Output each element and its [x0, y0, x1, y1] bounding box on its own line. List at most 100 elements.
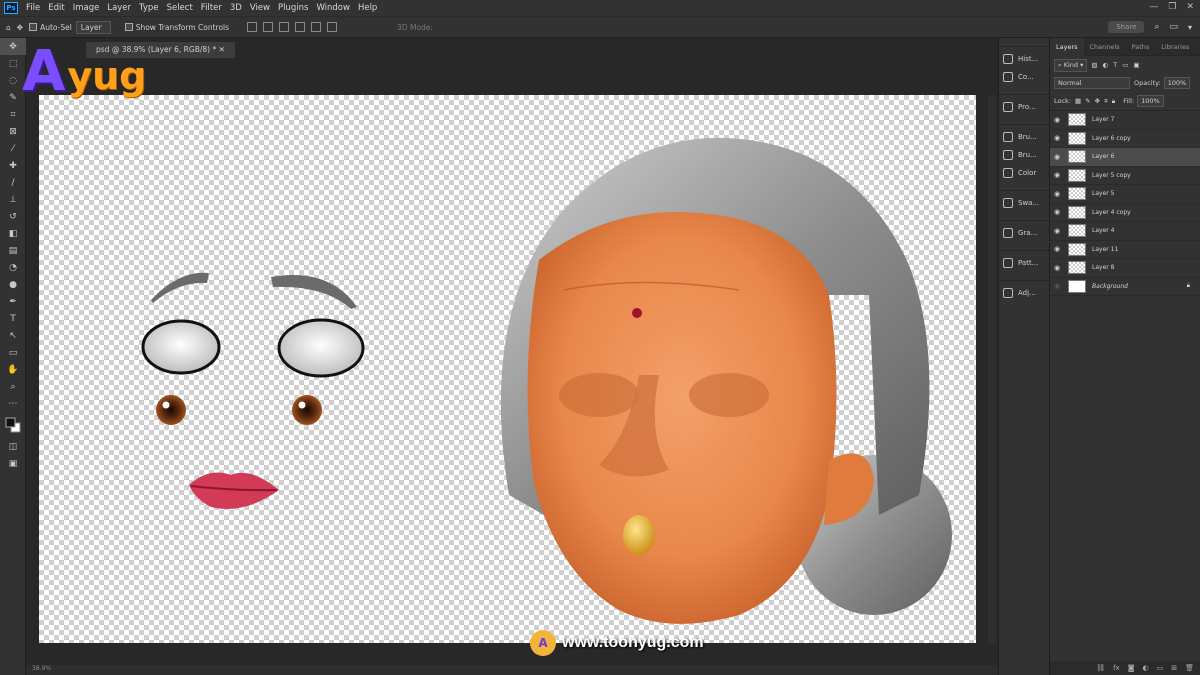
close-tab-icon[interactable]: ✕ — [219, 45, 225, 54]
eye-icon[interactable]: ◉ — [1050, 245, 1064, 253]
align-right-icon[interactable] — [279, 22, 290, 32]
crop-tool-icon[interactable]: ⌗ — [0, 106, 26, 123]
filter-pixel-icon[interactable]: ▨ — [1091, 61, 1097, 69]
blend-mode-dropdown[interactable]: Normal — [1054, 77, 1130, 89]
rectangle-tool-icon[interactable]: ▭ — [0, 344, 26, 361]
lock-all-icon[interactable]: 🔒︎ — [1112, 97, 1115, 106]
menu-edit[interactable]: Edit — [44, 3, 68, 13]
tab-channels[interactable]: Channels — [1084, 38, 1126, 56]
eyedropper-tool-icon[interactable]: ⁄ — [0, 140, 26, 157]
screen-mode-icon[interactable]: ▣ — [0, 455, 26, 472]
new-layer-icon[interactable]: ⊞ — [1171, 664, 1177, 672]
history-panel-button[interactable]: Hist... — [999, 50, 1049, 68]
eye-icon[interactable]: ◉ — [1050, 208, 1064, 216]
vertical-scrollbar[interactable] — [988, 95, 996, 643]
healing-brush-tool-icon[interactable]: ✚ — [0, 157, 26, 174]
eye-icon[interactable]: ◉ — [1050, 282, 1064, 290]
menu-file[interactable]: File — [22, 3, 44, 13]
menu-image[interactable]: Image — [69, 3, 104, 13]
trash-icon[interactable]: 🗑︎ — [1185, 664, 1194, 672]
tab-paths[interactable]: Paths — [1126, 38, 1156, 56]
lock-transparency-icon[interactable]: ▦ — [1075, 97, 1081, 105]
more-tools-icon[interactable]: ⋯ — [0, 395, 26, 412]
layer-row[interactable]: ◉ Layer 5 copy — [1050, 167, 1200, 185]
restore-button[interactable]: ❐ — [1168, 2, 1176, 12]
eye-icon[interactable]: ◉ — [1050, 116, 1064, 124]
brushes-panel-button[interactable]: Bru... — [999, 146, 1049, 164]
tab-libraries[interactable]: Libraries — [1155, 38, 1195, 56]
patterns-panel-button[interactable]: Patt... — [999, 254, 1049, 272]
eye-icon[interactable]: ◉ — [1050, 171, 1064, 179]
type-tool-icon[interactable]: T — [0, 310, 26, 327]
layer-row[interactable]: ◉ Layer 4 copy — [1050, 204, 1200, 222]
fill-input[interactable]: 100% — [1137, 95, 1164, 107]
tab-layers[interactable]: Layers — [1050, 37, 1084, 56]
chevron-down-icon[interactable]: ▾ — [1188, 23, 1192, 32]
link-layers-icon[interactable]: ⛓ — [1096, 664, 1105, 672]
path-select-tool-icon[interactable]: ↖ — [0, 327, 26, 344]
layer-row-background[interactable]: ◉ Background 🔒︎ — [1050, 278, 1200, 296]
gradients-panel-button[interactable]: Gra... — [999, 224, 1049, 242]
dodge-tool-icon[interactable]: ● — [0, 276, 26, 293]
clone-stamp-tool-icon[interactable]: ⊥ — [0, 191, 26, 208]
gradient-tool-icon[interactable]: ▤ — [0, 242, 26, 259]
filter-shape-icon[interactable]: ▭ — [1122, 61, 1128, 69]
eye-icon[interactable]: ◉ — [1050, 134, 1064, 142]
layer-row-selected[interactable]: ◉ Layer 6 — [1050, 148, 1200, 167]
eye-icon[interactable]: ◉ — [1050, 264, 1064, 272]
filter-smart-object-icon[interactable]: ▣ — [1133, 61, 1139, 69]
lock-artboard-icon[interactable]: ⌗ — [1104, 97, 1108, 106]
fx-icon[interactable]: fx — [1113, 664, 1120, 672]
menu-select[interactable]: Select — [163, 3, 197, 13]
frame-tool-icon[interactable]: ⊠ — [0, 123, 26, 140]
move-tool-icon[interactable]: ✥ — [17, 23, 23, 32]
brush-tool-icon[interactable]: ∕ — [0, 174, 26, 191]
menu-view[interactable]: View — [246, 3, 274, 13]
close-button[interactable]: ✕ — [1186, 2, 1194, 12]
menu-help[interactable]: Help — [354, 3, 381, 13]
eraser-tool-icon[interactable]: ◧ — [0, 225, 26, 242]
kind-filter-dropdown[interactable]: ⌕ Kind ▾ — [1054, 58, 1088, 72]
eye-icon[interactable]: ◉ — [1050, 227, 1064, 235]
lock-pixels-icon[interactable]: ✎ — [1085, 97, 1090, 105]
hand-tool-icon[interactable]: ✋ — [0, 361, 26, 378]
filter-adjustment-icon[interactable]: ◐ — [1103, 61, 1109, 69]
auto-select-checkbox[interactable] — [29, 23, 38, 31]
eye-icon[interactable]: ◉ — [1050, 153, 1064, 161]
add-mask-icon[interactable]: ◙ — [1128, 664, 1135, 672]
quick-mask-icon[interactable]: ◫ — [0, 438, 26, 455]
minimize-button[interactable]: — — [1149, 2, 1158, 12]
brush-settings-panel-button[interactable]: Bru... — [999, 128, 1049, 146]
align-top-icon[interactable] — [295, 22, 306, 32]
search-icon[interactable]: ⌕ — [1154, 22, 1159, 32]
auto-select-target-dropdown[interactable]: Layer — [75, 20, 111, 34]
workspace-icon[interactable]: ▭ — [1169, 22, 1178, 32]
menu-layer[interactable]: Layer — [103, 3, 135, 13]
align-middle-icon[interactable] — [311, 22, 322, 32]
canvas[interactable] — [39, 95, 976, 643]
comments-panel-button[interactable]: Co... — [999, 68, 1049, 86]
share-button[interactable]: Share — [1108, 21, 1145, 33]
adjustments-panel-button[interactable]: Adj... — [999, 284, 1049, 302]
align-center-icon[interactable] — [263, 22, 274, 32]
properties-panel-button[interactable]: Pro... — [999, 98, 1049, 116]
eye-icon[interactable]: ◉ — [1050, 190, 1064, 198]
layer-row[interactable]: ◉ Layer 5 — [1050, 185, 1200, 204]
blur-tool-icon[interactable]: ◔ — [0, 259, 26, 276]
color-swatch-icon[interactable] — [0, 412, 26, 438]
layer-row[interactable]: ◉ Layer 7 — [1050, 111, 1200, 130]
home-icon[interactable]: ⌂ — [6, 23, 11, 32]
layer-row[interactable]: ◉ Layer 11 — [1050, 241, 1200, 259]
pen-tool-icon[interactable]: ✒ — [0, 293, 26, 310]
adjustment-layer-icon[interactable]: ◐ — [1143, 664, 1149, 672]
swatches-panel-button[interactable]: Swa... — [999, 194, 1049, 212]
history-brush-tool-icon[interactable]: ↺ — [0, 208, 26, 225]
color-panel-button[interactable]: Color — [999, 164, 1049, 182]
align-bottom-icon[interactable] — [327, 22, 338, 32]
menu-filter[interactable]: Filter — [197, 3, 226, 13]
layer-row[interactable]: ◉ Layer 4 — [1050, 222, 1200, 241]
opacity-input[interactable]: 100% — [1163, 77, 1191, 89]
menu-plugins[interactable]: Plugins — [274, 3, 312, 13]
lock-position-icon[interactable]: ✥ — [1095, 97, 1100, 105]
zoom-tool-icon[interactable]: ⌕ — [0, 378, 26, 395]
